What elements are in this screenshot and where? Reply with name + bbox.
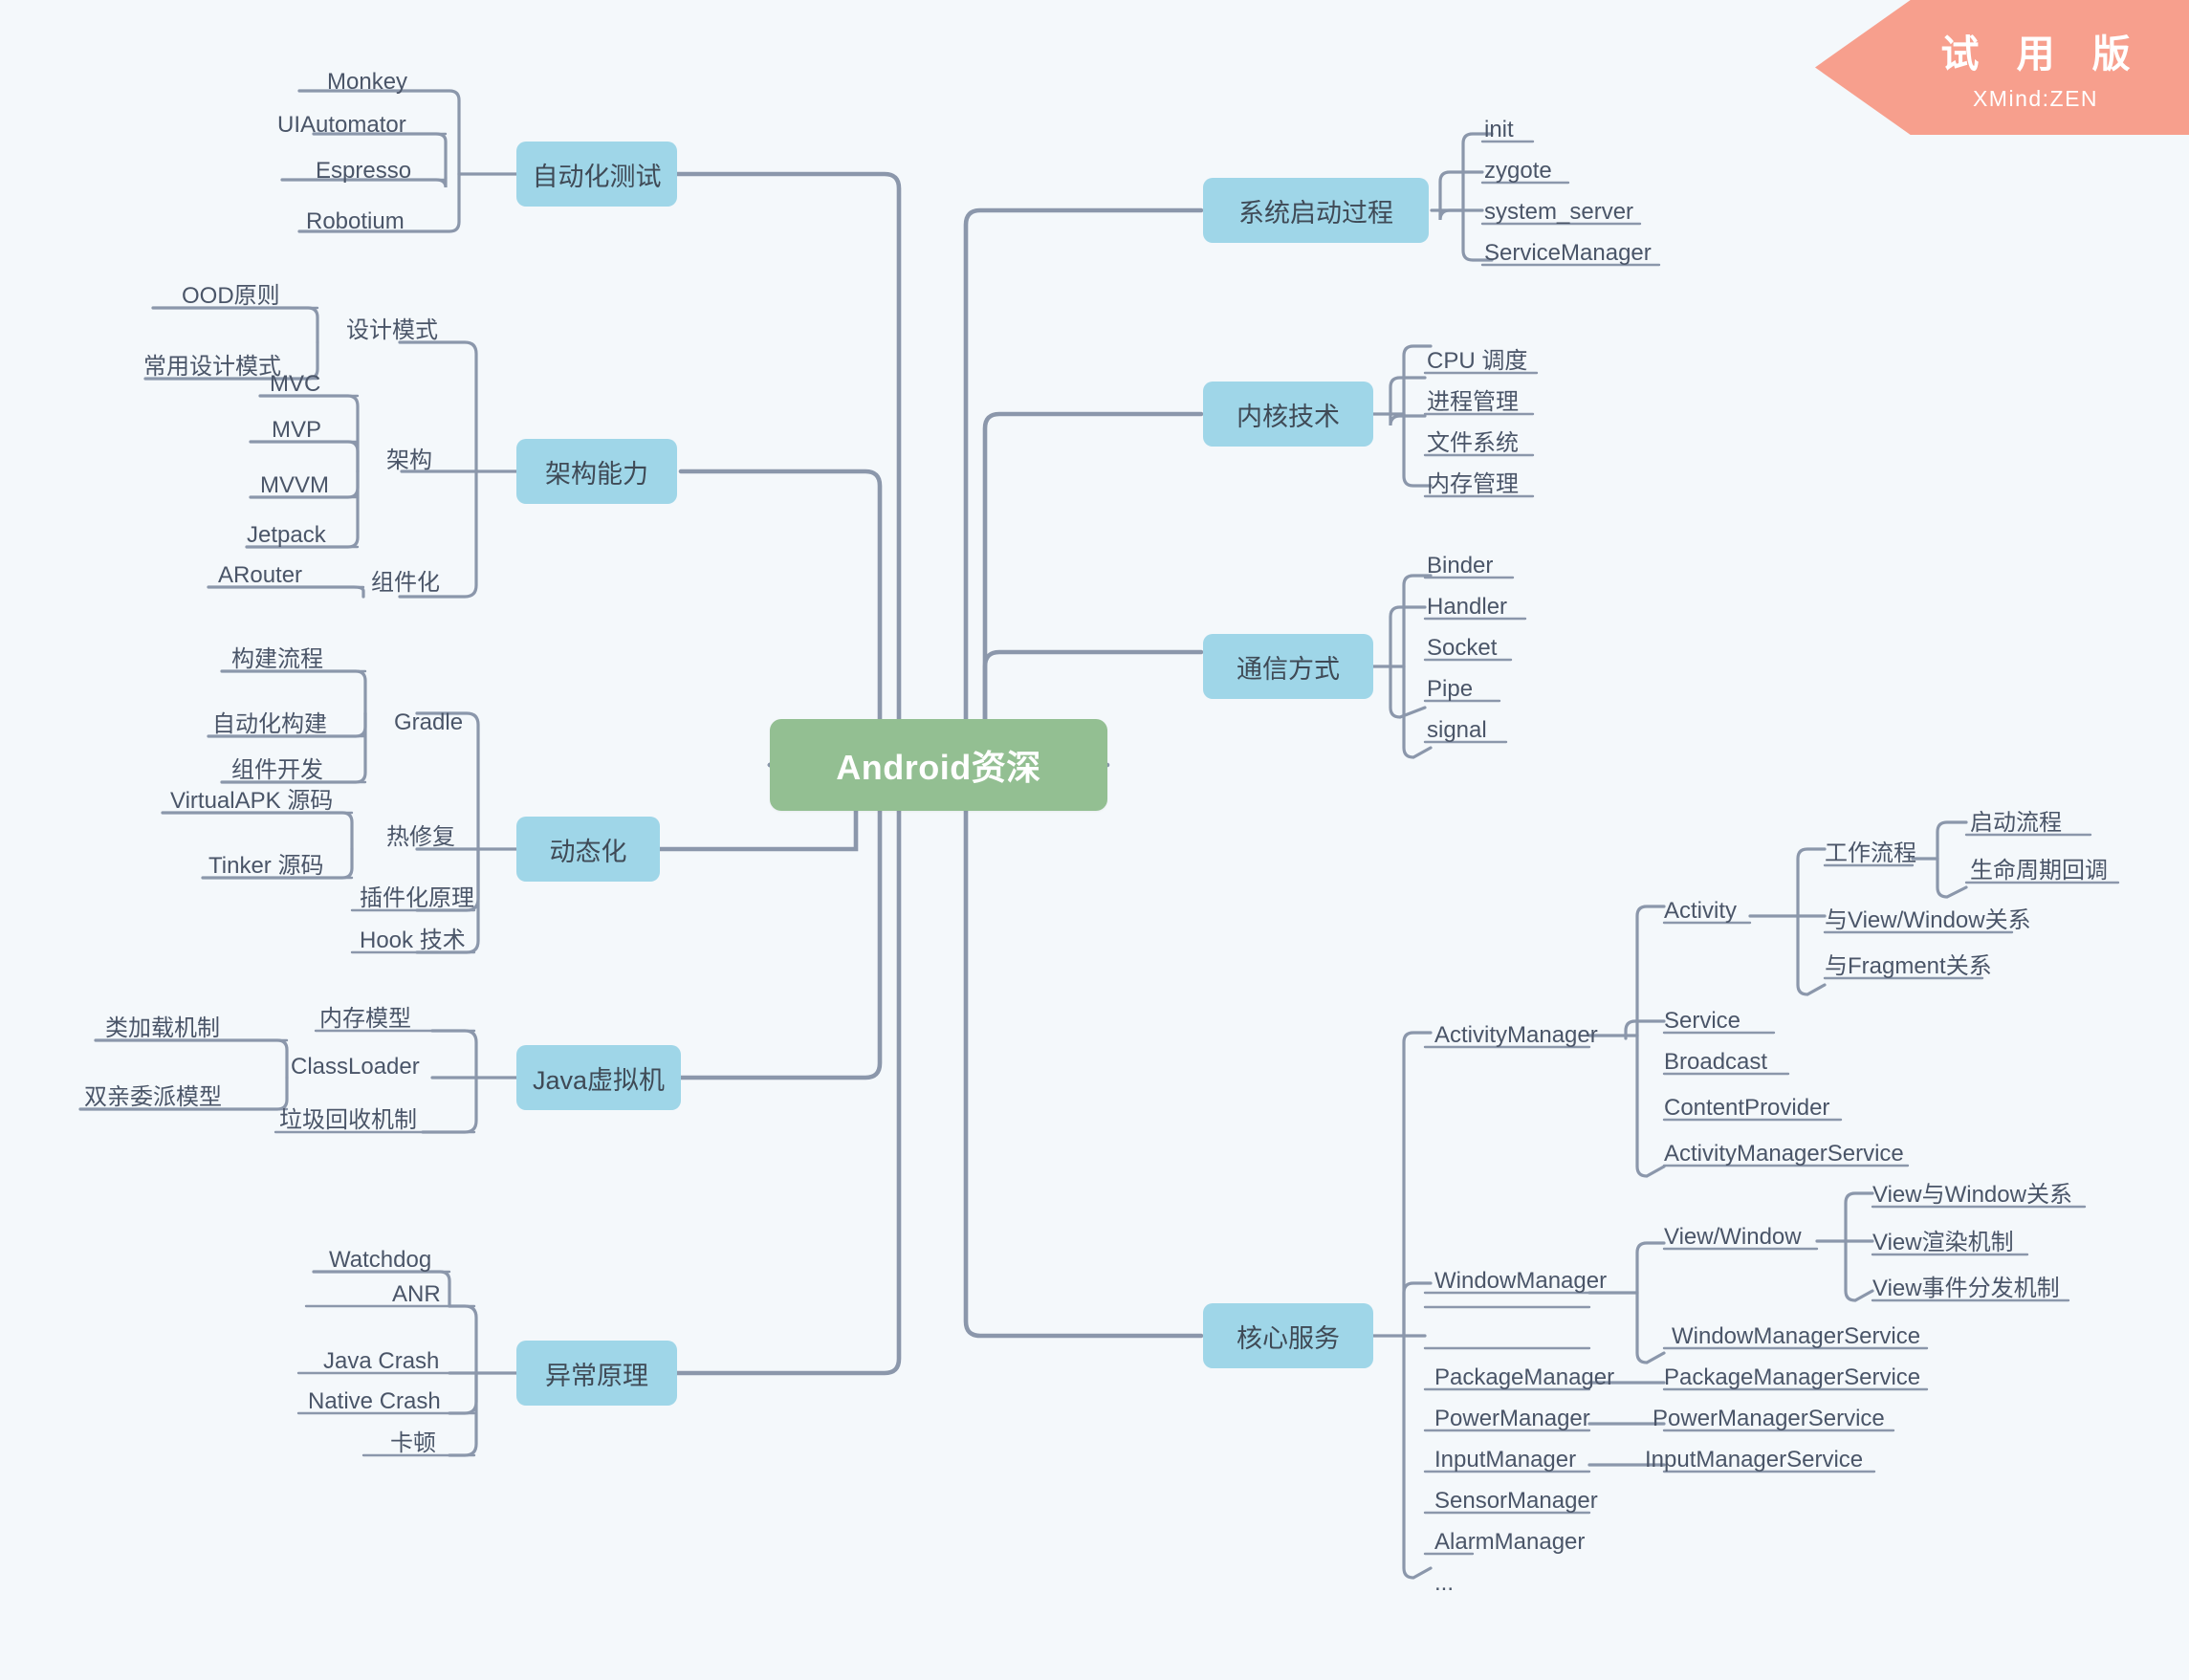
leaf-view-window[interactable]: View/Window <box>1664 1222 1802 1249</box>
leaf-mvvm[interactable]: MVVM <box>260 470 329 497</box>
leaf-servicemanager[interactable]: ServiceManager <box>1484 238 1652 265</box>
leaf-socket[interactable]: Socket <box>1427 633 1497 660</box>
leaf-activitymanagerservice[interactable]: ActivityManagerService <box>1664 1139 1904 1166</box>
leaf-java-crash[interactable]: Java Crash <box>323 1346 439 1373</box>
leaf-ood-principle[interactable]: OOD原则 <box>182 281 280 308</box>
leaf-arouter[interactable]: ARouter <box>218 560 302 587</box>
leaf-virtualapk-source[interactable]: VirtualAPK 源码 <box>170 786 333 813</box>
leaf-windowmanager[interactable]: WindowManager <box>1434 1266 1607 1293</box>
branch-label: 异常原理 <box>545 1361 648 1390</box>
leaf-binder[interactable]: Binder <box>1427 551 1493 578</box>
leaf-class-loading[interactable]: 类加载机制 <box>105 1014 220 1040</box>
branch-label: 通信方式 <box>1237 654 1340 684</box>
leaf-activity[interactable]: Activity <box>1664 896 1737 923</box>
leaf-common-design-pattern[interactable]: 常用设计模式 <box>143 352 281 379</box>
leaf-work-flow[interactable]: 工作流程 <box>1825 839 1916 865</box>
leaf-powermanagerservice[interactable]: PowerManagerService <box>1653 1404 1885 1430</box>
leaf-lag[interactable]: 卡顿 <box>390 1429 436 1455</box>
leaf-robotium[interactable]: Robotium <box>306 207 405 233</box>
root-node[interactable]: Android资深 <box>770 719 1107 811</box>
trial-product: XMind:ZEN <box>1972 86 2099 111</box>
leaf-watchdog[interactable]: Watchdog <box>329 1245 431 1272</box>
mindmap-canvas: Android资深 自动化测试 架构能力 动态化 Java虚拟机 异常原理 系统… <box>0 0 2189 1680</box>
leaf-sensormanager[interactable]: SensorManager <box>1434 1486 1598 1513</box>
leaf-activitymanager[interactable]: ActivityManager <box>1434 1020 1598 1047</box>
leaf-init[interactable]: init <box>1484 115 1514 142</box>
leaf-activity-view-window[interactable]: 与View/Window关系 <box>1825 905 2031 932</box>
branch-ipc[interactable]: 通信方式 <box>1203 634 1373 699</box>
leaf-packagemanagerservice[interactable]: PackageManagerService <box>1664 1363 1920 1389</box>
root-label: Android资深 <box>836 748 1041 787</box>
leaf-monkey[interactable]: Monkey <box>327 67 407 94</box>
leaf-pipe[interactable]: Pipe <box>1427 674 1473 701</box>
leaf-view-window-relation[interactable]: View与Window关系 <box>1872 1180 2072 1207</box>
leaf-hotfix[interactable]: 热修复 <box>386 822 455 849</box>
leaf-lifecycle-callback[interactable]: 生命周期回调 <box>1970 856 2108 883</box>
leaf-build-process[interactable]: 构建流程 <box>231 644 323 671</box>
leaf-contentprovider[interactable]: ContentProvider <box>1664 1093 1829 1120</box>
leaf-memory-model[interactable]: 内存模型 <box>319 1004 411 1031</box>
leaf-activity-fragment[interactable]: 与Fragment关系 <box>1825 951 1992 978</box>
leaf-cpu-schedule[interactable]: CPU 调度 <box>1427 346 1527 373</box>
leaf-zygote[interactable]: zygote <box>1484 156 1552 183</box>
leaf-system-server[interactable]: system_server <box>1484 197 1633 224</box>
leaf-native-crash[interactable]: Native Crash <box>308 1386 441 1413</box>
branch-label: Java虚拟机 <box>532 1065 666 1095</box>
leaf-plugin-principle[interactable]: 插件化原理 <box>360 884 474 910</box>
branch-automation-test[interactable]: 自动化测试 <box>516 142 677 207</box>
leaf-inputmanager[interactable]: InputManager <box>1434 1445 1576 1472</box>
leaf-windowmanagerservice[interactable]: WindowManagerService <box>1672 1321 1920 1348</box>
branch-core-service[interactable]: 核心服务 <box>1203 1303 1373 1368</box>
leaf-architecture[interactable]: 架构 <box>386 446 432 472</box>
branch-label: 内核技术 <box>1237 402 1340 431</box>
leaf-mvc[interactable]: MVC <box>270 369 320 396</box>
leaf-packagemanager[interactable]: PackageManager <box>1434 1363 1614 1389</box>
leaf-signal[interactable]: signal <box>1427 715 1487 742</box>
branch-label: 自动化测试 <box>532 162 662 191</box>
leaf-memory-mgmt[interactable]: 内存管理 <box>1427 469 1519 496</box>
leaf-tinker-source[interactable]: Tinker 源码 <box>208 851 323 878</box>
trial-banner: 试 用 版 XMind:ZEN <box>1815 0 2189 135</box>
leaf-alarmmanager[interactable]: AlarmManager <box>1434 1527 1585 1554</box>
leaf-mvp[interactable]: MVP <box>272 415 321 442</box>
leaf-broadcast[interactable]: Broadcast <box>1664 1047 1767 1074</box>
leaf-handler[interactable]: Handler <box>1427 592 1507 619</box>
leaf-auto-build[interactable]: 自动化构建 <box>212 709 327 736</box>
leaf-filesystem[interactable]: 文件系统 <box>1427 428 1519 455</box>
leaf-process-mgmt[interactable]: 进程管理 <box>1427 387 1519 414</box>
branch-exception[interactable]: 异常原理 <box>516 1341 677 1406</box>
leaf-classloader[interactable]: ClassLoader <box>291 1052 420 1079</box>
leaf-inputmanagerservice[interactable]: InputManagerService <box>1645 1445 1863 1472</box>
leaf-start-flow[interactable]: 启动流程 <box>1970 808 2062 835</box>
branch-label: 架构能力 <box>545 459 648 489</box>
leaf-componentization[interactable]: 组件化 <box>371 568 440 595</box>
branch-label: 核心服务 <box>1237 1323 1340 1353</box>
leaf-more[interactable]: ... <box>1434 1568 1454 1595</box>
leaf-component-dev[interactable]: 组件开发 <box>231 755 323 782</box>
leaf-hook-tech[interactable]: Hook 技术 <box>360 926 466 952</box>
leaf-uiautomator[interactable]: UIAutomator <box>277 110 406 137</box>
branch-jvm[interactable]: Java虚拟机 <box>516 1045 681 1110</box>
leaf-espresso[interactable]: Espresso <box>316 156 411 183</box>
leaf-design-pattern[interactable]: 设计模式 <box>346 316 438 342</box>
branch-architecture[interactable]: 架构能力 <box>516 439 677 504</box>
leaf-view-event-dispatch[interactable]: View事件分发机制 <box>1872 1274 2060 1300</box>
leaf-service[interactable]: Service <box>1664 1006 1740 1033</box>
leaf-parent-delegation[interactable]: 双亲委派模型 <box>84 1082 222 1109</box>
branch-system-boot[interactable]: 系统启动过程 <box>1203 178 1429 243</box>
branch-kernel[interactable]: 内核技术 <box>1203 382 1373 447</box>
leaf-anr[interactable]: ANR <box>392 1279 441 1306</box>
branch-dynamic[interactable]: 动态化 <box>516 817 660 882</box>
branch-label: 系统启动过程 <box>1238 198 1393 228</box>
trial-title: 试 用 版 <box>1940 33 2144 76</box>
leaf-gc[interactable]: 垃圾回收机制 <box>279 1105 417 1132</box>
leaf-view-render[interactable]: View渲染机制 <box>1872 1228 2014 1255</box>
branch-label: 动态化 <box>549 837 627 866</box>
leaf-jetpack[interactable]: Jetpack <box>247 520 326 547</box>
leaf-powermanager[interactable]: PowerManager <box>1434 1404 1590 1430</box>
leaf-gradle[interactable]: Gradle <box>394 708 463 734</box>
